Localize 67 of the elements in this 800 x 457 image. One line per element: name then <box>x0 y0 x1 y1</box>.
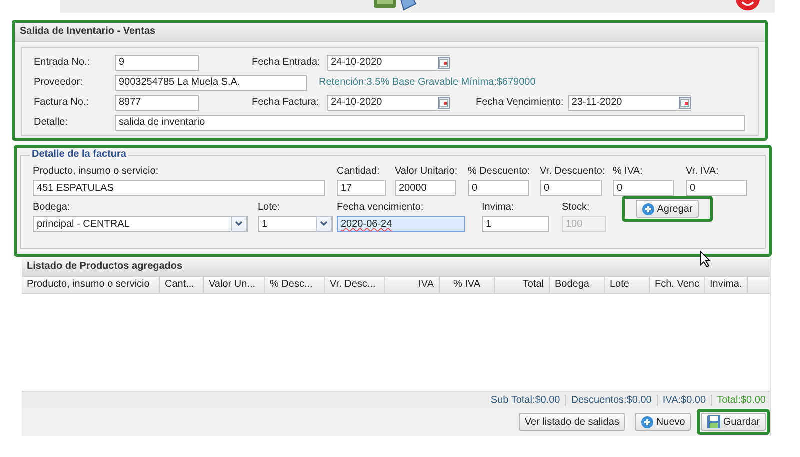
action-button[interactable]: Nuevo <box>635 413 692 431</box>
column-header[interactable]: Producto, insumo o servicio <box>22 277 160 293</box>
input-field: 100 <box>562 216 606 232</box>
column-header[interactable]: IVA <box>385 277 440 293</box>
column-header[interactable]: Fch. Venc <box>650 277 705 293</box>
field-label: % IVA: <box>613 166 644 177</box>
input-field[interactable]: 9003254785 La Muela S.A. <box>115 74 307 90</box>
column-header[interactable]: Invima. <box>705 277 748 293</box>
input-field[interactable]: 9 <box>115 54 199 70</box>
field-label: Bodega: <box>33 202 72 213</box>
field-label: Stock: <box>562 202 591 213</box>
input-field[interactable]: 0 <box>468 180 529 196</box>
field-label: Entrada No.: <box>34 57 92 68</box>
input-field[interactable]: 17 <box>337 180 386 196</box>
input-field[interactable]: 20000 <box>395 180 456 196</box>
field-label: Fecha Entrada: <box>252 57 322 68</box>
date-field[interactable]: 24-10-2020 <box>327 54 450 70</box>
column-header[interactable]: Bodega <box>550 277 605 293</box>
input-field[interactable]: 0 <box>686 180 747 196</box>
column-header[interactable]: Lote <box>605 277 650 293</box>
date-field[interactable]: 24-10-2020 <box>327 94 450 110</box>
calendar-icon <box>438 56 450 68</box>
total-amount: Sub Total:$0.00 <box>490 394 560 406</box>
field-label: Valor Unitario: <box>395 166 456 177</box>
cursor-icon <box>700 251 712 268</box>
field-label: Fecha Factura: <box>252 97 320 108</box>
field-label: Proveedor: <box>34 77 84 88</box>
fieldset-legend: Detalle de la factura <box>30 149 128 160</box>
field-label: Fecha Vencimiento: <box>476 97 565 108</box>
field-label: % Descuento: <box>468 166 529 177</box>
column-header[interactable]: Valor Un... <box>204 277 265 293</box>
calendar-icon <box>678 96 691 108</box>
field-label: Producto, insumo o servicio: <box>33 166 160 177</box>
plus-icon <box>642 202 656 216</box>
field-label: Factura No.: <box>34 97 90 108</box>
field-label: Cantidad: <box>337 166 381 177</box>
action-button[interactable]: Guardar <box>701 413 766 431</box>
column-header[interactable]: % IVA <box>440 277 495 293</box>
field-label: Detalle: <box>34 117 69 128</box>
input-field[interactable]: 2020-06-24 <box>337 216 465 232</box>
column-header[interactable]: % Desc... <box>265 277 325 293</box>
field-label: Vr. IVA: <box>686 166 720 177</box>
grand-total: Total:$0.00 <box>717 394 766 406</box>
add-button[interactable]: Agregar <box>636 200 699 218</box>
book-icon <box>398 0 418 12</box>
total-amount: Descuentos:$0.00 <box>571 394 652 406</box>
input-field[interactable]: 8977 <box>115 94 199 110</box>
total-amount: IVA:$0.00 <box>662 394 706 406</box>
field-label: Fecha vencimiento: <box>337 202 425 213</box>
calendar-icon <box>438 96 450 108</box>
input-field[interactable]: 1 <box>482 216 549 232</box>
dropdown[interactable]: 1 <box>258 216 333 232</box>
column-header[interactable]: Cant... <box>160 277 204 293</box>
input-field[interactable]: 0 <box>613 180 674 196</box>
column-header[interactable]: Total <box>495 277 550 293</box>
column-header[interactable]: Vr. Desc... <box>325 277 385 293</box>
date-field[interactable]: 23-11-2020 <box>568 94 691 110</box>
retention-note: Retención:3.5% Base Gravable Mínima:$679000 <box>319 77 536 88</box>
input-field[interactable]: salida de inventario <box>115 114 745 130</box>
field-label: Lote: <box>258 202 282 213</box>
action-button[interactable]: Ver listado de salidas <box>518 413 626 431</box>
input-field[interactable]: 0 <box>540 180 602 196</box>
field-label: Vr. Descuento: <box>540 166 602 177</box>
plus-icon <box>641 416 654 428</box>
input-field[interactable]: 451 ESPATULAS <box>33 180 325 196</box>
dropdown[interactable]: principal - CENTRAL <box>33 216 248 232</box>
field-label: Invima: <box>482 202 516 213</box>
